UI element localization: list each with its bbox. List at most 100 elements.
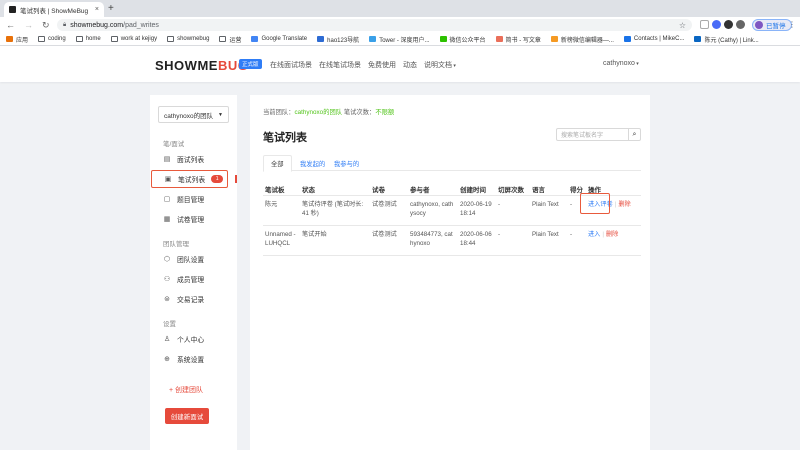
bookmark-label: 微信公众平台 [449,37,486,44]
nav-free-trial[interactable]: 免费使用 [368,60,396,70]
address-url[interactable]: showmebug.com/pad_writes [70,22,159,29]
bookmark-item[interactable]: home [75,36,101,42]
delete-link[interactable]: 删除 [606,231,618,238]
folder-icon [219,36,227,42]
sidebar-item-system-settings[interactable]: ⊕ 系统设置 [151,350,228,368]
column-header: 创建时间 [458,183,496,196]
sidebar-item-question-management[interactable]: ▢ 题目管理 [151,190,228,208]
bookmark-label: 陈元 (Cathy) | Link... [704,37,759,44]
nav-online-interview[interactable]: 在线面试场景 [270,60,312,70]
action-cell: 进入 | 删除 [586,225,641,256]
language-cell: Plain Text [530,225,568,256]
chevron-down-icon: ▼ [218,111,223,118]
divider: | [602,230,604,238]
written-test-quota-label: 笔试次数： [342,109,376,116]
extension-icon[interactable] [724,20,733,29]
app-header: SHOWMEBUG 正式版 在线面试场景 在线笔试场景 免费使用 动态 说明文档… [0,46,800,82]
sidebar-item-transactions[interactable]: ⊜ 交易记录 [151,290,228,308]
list-icon: ▤ [163,156,171,163]
search-input[interactable]: 搜索笔试板名字 [556,128,629,141]
bookmark-item[interactable]: Contacts | MikeC... [623,36,685,42]
column-header: 语言 [530,183,568,196]
participants-cell: 593484773, cathynoxo [408,225,458,256]
sidebar-item-written-test-list[interactable]: ▣ 笔试列表 1 [151,170,228,188]
browser-tabstrip: 笔试列表 | ShowMeBug × + [0,0,800,17]
bookmark-item[interactable]: showmebug [167,36,209,42]
column-header: 参与者 [408,183,458,196]
bookmark-label: Google Translate [261,36,308,42]
sidebar-item-label: 面试列表 [177,157,205,164]
bookmark-label: Contacts | MikeC... [633,36,685,42]
create-team-link[interactable]: + 创建团队 [169,385,203,395]
jianshu-icon [495,36,503,42]
sidebar-item-interview-list[interactable]: ▤ 面试列表 [151,150,228,168]
switches-cell: - [496,225,530,256]
extension-icon[interactable] [712,20,721,29]
count-badge: 1 [211,175,224,183]
wechat-icon [439,36,447,42]
bookmark-item[interactable]: 运营 [219,35,241,44]
bookmark-item[interactable]: work at kejigy [110,36,158,42]
board-cell: Unnamed - LUHQCL [263,225,300,256]
bookmark-item[interactable]: 陈元 (Cathy) | Link... [694,35,759,44]
edition-badge: 正式版 [239,59,262,69]
browser-menu-icon[interactable]: ⋮ [788,20,796,29]
profile-button[interactable]: 已暂停 [752,19,792,31]
browser-tab[interactable]: 笔试列表 | ShowMeBug × [4,2,104,17]
bookmark-item[interactable]: 新榜微信编辑器—... [550,35,614,44]
address-bar[interactable]: 🔒︎ showmebug.com/pad_writes ☆ [57,19,692,31]
user-menu[interactable]: cathynoxo [603,60,639,67]
tab-participated[interactable]: 我参与的 [327,155,366,171]
sidebar-item-team-settings[interactable]: ⬡ 团队设置 [151,250,228,268]
extension-icon[interactable] [700,20,709,29]
bookmark-label: showmebug [177,36,210,42]
sidebar-item-label: 成员管理 [177,277,205,284]
showmebug-logo[interactable]: SHOWMEBUG [155,58,248,73]
delete-link[interactable]: 删除 [618,201,630,208]
sidebar-item-member-management[interactable]: ⚇ 成员管理 [151,270,228,288]
members-icon: ⚇ [163,276,171,283]
extension-icon[interactable] [736,20,745,29]
sidebar-item-label: 交易记录 [177,297,205,304]
paper-cell: 试卷测试 [370,195,408,226]
nav-online-written-test[interactable]: 在线笔试场景 [319,60,361,70]
transactions-icon: ⊜ [164,296,170,303]
bookmark-item[interactable]: 微信公众平台 [439,35,486,44]
enter-link[interactable]: 进入 [588,231,600,238]
nav-news[interactable]: 动态 [403,60,417,70]
search-button[interactable]: ⌕ [628,128,641,141]
back-icon[interactable]: ← [6,20,15,30]
lock-icon[interactable]: 🔒︎ [63,22,66,29]
tab-all[interactable]: 全部 [263,155,292,172]
new-tab-button[interactable]: + [108,3,114,14]
reload-icon[interactable]: ↻ [42,20,50,30]
main-panel: 当前团队：cathynoxo的团队 笔试次数：不限额 笔试列表 搜索笔试板名字 … [250,95,650,450]
sidebar-item-label: 笔试列表 [178,177,206,184]
bookmark-item[interactable]: 应用 [6,35,28,44]
nav-docs-dropdown[interactable]: 说明文档 [424,60,456,70]
team-select-value: cathynoxo的团队 [164,112,214,120]
sidebar-item-paper-management[interactable]: ▦ 试卷管理 [151,210,228,228]
sidebar-item-label: 试卷管理 [177,217,205,224]
close-tab-icon[interactable]: × [95,6,99,13]
search-icon: ⌕ [632,130,637,138]
divider: | [614,200,617,208]
top-navigation: 在线面试场景 在线笔试场景 免费使用 动态 说明文档 [270,60,456,70]
bookmark-star-icon[interactable]: ☆ [679,21,686,30]
current-team-prefix: 当前团队： [263,109,295,116]
team-select[interactable]: cathynoxo的团队 ▼ [158,106,229,123]
bookmark-item[interactable]: coding [38,36,66,42]
sidebar-item-personal-center[interactable]: ♙ 个人中心 [151,330,228,348]
section-settings-title: 设置 [163,321,176,328]
bookmark-item[interactable]: Google Translate [251,36,307,42]
bookmark-item[interactable]: 简书 - 写文章 [495,35,541,44]
forward-icon[interactable]: → [24,20,33,30]
profile-status: 已暂停 [766,23,786,30]
current-team-name[interactable]: cathynoxo的团队 [294,109,342,116]
bookmark-label: work at kejigy [120,36,158,42]
create-interview-button[interactable]: 创建新面试 [165,408,209,424]
bookmark-item[interactable]: hao123导航 [317,35,359,44]
bookmark-item[interactable]: Tower - 深度用户... [369,35,430,44]
url-path: /pad_writes [123,21,159,29]
page-title: 笔试列表 [263,132,307,144]
